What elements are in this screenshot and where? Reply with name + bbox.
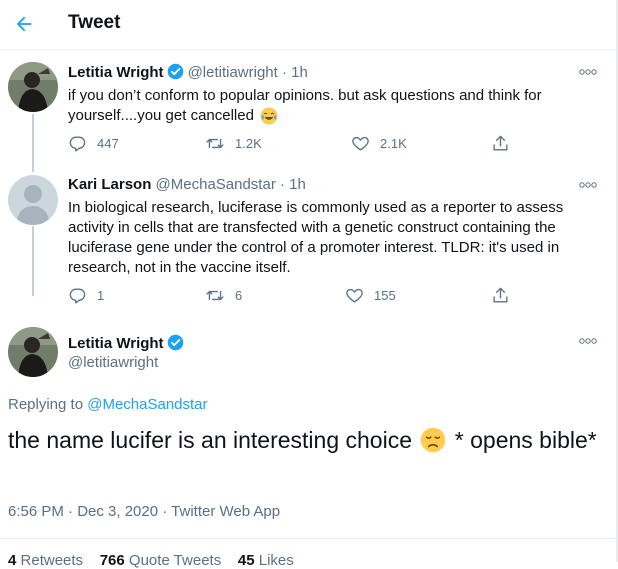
main-tweet-text-end: * opens bible* bbox=[454, 427, 597, 453]
retweet-icon bbox=[206, 290, 224, 301]
tweet-timestamp[interactable]: 6:56 PM · Dec 3, 2020 bbox=[8, 503, 158, 520]
share-icon bbox=[493, 287, 508, 303]
thread-connector bbox=[32, 114, 34, 172]
tweet-text: if you don’t conform to popular opinions… bbox=[68, 86, 588, 126]
user-handle[interactable]: @letitiawright bbox=[188, 64, 278, 81]
reply-button[interactable]: 447 bbox=[68, 134, 119, 153]
like-count: 155 bbox=[374, 288, 396, 303]
retweet-count: 6 bbox=[235, 288, 243, 303]
likes-stat-count: 45 bbox=[237, 552, 255, 569]
share-icon bbox=[493, 135, 508, 151]
reply-icon bbox=[69, 288, 86, 304]
face-with-tears-of-joy-emoji bbox=[260, 107, 278, 125]
share-button[interactable] bbox=[491, 286, 520, 305]
meta-separator: · bbox=[158, 503, 172, 520]
main-tweet-header: Letitia Wright bbox=[68, 334, 188, 352]
heart-icon bbox=[346, 288, 363, 303]
likes-stat-label: Likes bbox=[258, 552, 294, 569]
retweets-stat-label: Retweets bbox=[20, 552, 84, 569]
replying-to-label: Replying to bbox=[8, 396, 84, 413]
retweets-stat-count: 4 bbox=[8, 552, 17, 569]
back-button[interactable] bbox=[8, 8, 40, 40]
avatar[interactable] bbox=[8, 62, 58, 112]
reply-count: 1 bbox=[97, 288, 105, 303]
arrow-left-icon bbox=[16, 16, 32, 32]
reply-count: 447 bbox=[97, 136, 119, 151]
heart-icon bbox=[352, 136, 369, 151]
page-title: Tweet bbox=[68, 12, 121, 33]
tweet-time[interactable]: · 1h bbox=[282, 64, 308, 81]
retweet-button[interactable]: 6 bbox=[205, 286, 242, 305]
user-handle[interactable]: @letitiawright bbox=[68, 354, 158, 371]
tweet-text-content: if you don’t conform to popular opinions… bbox=[68, 87, 542, 124]
avatar[interactable] bbox=[8, 175, 58, 225]
replying-to: Replying to @MechaSandstar bbox=[8, 396, 208, 413]
avatar[interactable] bbox=[8, 327, 58, 377]
verified-badge-icon bbox=[167, 63, 183, 80]
retweets-stat[interactable]: 4 Retweets bbox=[8, 552, 83, 569]
thread-connector bbox=[32, 226, 34, 296]
disappointed-face-emoji bbox=[421, 427, 446, 453]
retweet-button[interactable]: 1.2K bbox=[205, 134, 262, 153]
like-count: 2.1K bbox=[380, 136, 407, 151]
display-name[interactable]: Letitia Wright bbox=[68, 64, 164, 81]
tweet-header: Kari Larson @MechaSandstar · 1h bbox=[68, 176, 306, 193]
tweet-source[interactable]: Twitter Web App bbox=[171, 503, 280, 520]
quotes-stat[interactable]: 766 Quote Tweets bbox=[100, 552, 221, 569]
main-tweet-text-start: the name lucifer is an interesting choic… bbox=[8, 427, 412, 453]
tweet-time[interactable]: · 1h bbox=[280, 176, 306, 193]
main-tweet-text: the name lucifer is an interesting choic… bbox=[8, 424, 598, 456]
share-button[interactable] bbox=[491, 134, 520, 153]
retweet-icon bbox=[206, 138, 224, 149]
more-icon[interactable] bbox=[578, 179, 598, 191]
quotes-stat-count: 766 bbox=[99, 552, 125, 569]
likes-stat[interactable]: 45 Likes bbox=[238, 552, 294, 569]
replying-to-link[interactable]: @MechaSandstar bbox=[87, 396, 207, 413]
verified-badge-icon bbox=[167, 334, 183, 351]
divider bbox=[0, 538, 616, 539]
tweet-header: Letitia Wright @letitiawright · 1h bbox=[68, 63, 308, 81]
more-icon[interactable] bbox=[578, 66, 598, 78]
reply-button[interactable]: 1 bbox=[68, 286, 104, 305]
display-name[interactable]: Letitia Wright bbox=[68, 335, 164, 352]
more-icon[interactable] bbox=[578, 335, 598, 347]
display-name[interactable]: Kari Larson bbox=[68, 176, 151, 193]
tweet-actions: 1 6 155 bbox=[68, 286, 528, 308]
tweet-meta: 6:56 PM · Dec 3, 2020 · Twitter Web App bbox=[8, 503, 280, 520]
tweet-text: In biological research, luciferase is co… bbox=[68, 199, 564, 276]
quotes-stat-label: Quote Tweets bbox=[128, 552, 222, 569]
reply-icon bbox=[69, 136, 86, 152]
retweet-count: 1.2K bbox=[235, 136, 262, 151]
main-tweet-handle: @letitiawright bbox=[68, 354, 158, 371]
tweet-actions: 447 1.2K 2.1K bbox=[68, 134, 528, 156]
top-bar: Tweet bbox=[0, 0, 618, 50]
like-button[interactable]: 155 bbox=[345, 286, 396, 305]
like-button[interactable]: 2.1K bbox=[351, 134, 407, 153]
tweet-stats: 4 Retweets 766 Quote Tweets 45 Likes bbox=[8, 552, 294, 569]
user-handle[interactable]: @MechaSandstar bbox=[156, 176, 276, 193]
